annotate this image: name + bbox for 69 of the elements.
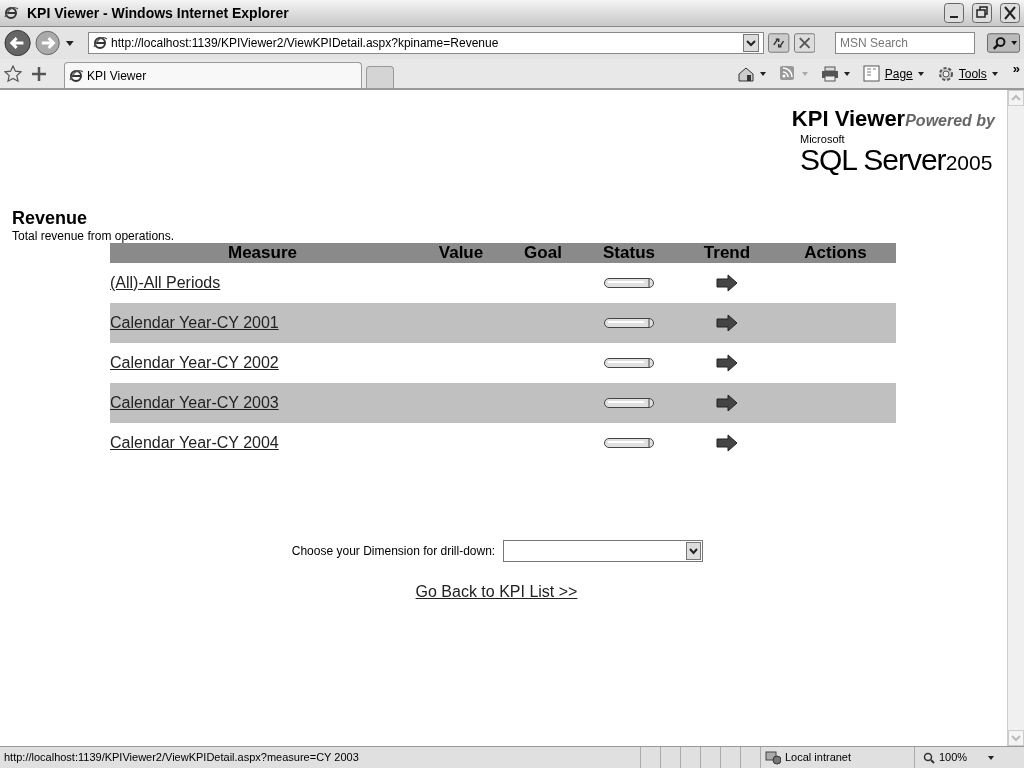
measure-link[interactable]: Calendar Year-CY 2004 [110, 430, 279, 455]
caret-icon [758, 70, 767, 78]
right-arrow-icon [716, 393, 738, 412]
back-link[interactable]: Go Back to KPI List >> [415, 579, 578, 604]
status-text: http://localhost:1139/KPIViewer2/ViewKPIDetail.aspx?measure=CY 2003 [3, 750, 360, 766]
right-arrow-icon [716, 353, 738, 372]
home-icon [736, 65, 755, 83]
powered-by-text: Powered by [905, 113, 995, 129]
caret-icon [800, 70, 809, 78]
scroll-down-icon [1008, 730, 1024, 746]
print-icon [820, 65, 839, 83]
back-button[interactable] [4, 29, 32, 57]
address-field[interactable]: http://localhost:1139/KPIViewer2/ViewKPIDetail.aspx?kpiname=Revenue [88, 32, 765, 54]
add-favorite-icon[interactable] [30, 65, 48, 83]
zoom-icon [923, 751, 935, 764]
column-header: Measure [227, 244, 298, 261]
close-button[interactable] [1000, 3, 1020, 23]
network-icon [765, 750, 781, 765]
measure-link[interactable]: Calendar Year-CY 2001 [110, 310, 279, 335]
feeds-icon [778, 65, 797, 83]
scrollbar[interactable] [1007, 90, 1024, 746]
app-title: KPI Viewer [791, 108, 906, 130]
caret-icon [916, 70, 925, 78]
search-field[interactable]: MSN Search [834, 32, 975, 54]
sql-server-logo: Microsoft SQL Server2005 [800, 134, 994, 175]
column-header: Trend [702, 244, 752, 261]
search-icon[interactable] [986, 33, 1020, 53]
tools-menu[interactable]: Tools [934, 63, 1001, 85]
minimize-button[interactable] [944, 3, 964, 23]
zoom-button[interactable]: 100% [914, 747, 1004, 768]
browser-tab[interactable]: KPI Viewer [64, 62, 362, 88]
browser-logo-icon [4, 6, 19, 20]
more-tools-chevron[interactable]: » [1004, 59, 1020, 79]
page-menu[interactable]: Page [860, 63, 927, 85]
kpi-description: Total revenue from operations. [12, 229, 176, 242]
dropdown-icon[interactable] [743, 34, 760, 52]
dimension-dropdown[interactable] [503, 539, 704, 562]
window-title: KPI Viewer - Windows Internet Explorer [27, 3, 289, 23]
dropdown-icon [686, 541, 702, 560]
drilldown-label: Choose your Dimension for drill-down: [291, 542, 496, 560]
measure-link[interactable]: Calendar Year-CY 2003 [110, 390, 279, 415]
caret-icon [990, 70, 999, 78]
refresh-button[interactable] [768, 33, 790, 53]
column-header: Actions [803, 244, 868, 261]
stop-button[interactable] [793, 33, 815, 53]
security-zone: Local intranet [785, 750, 852, 766]
caret-icon [987, 753, 996, 762]
page-icon [69, 68, 83, 83]
favorites-star-icon[interactable] [4, 65, 22, 83]
column-header: Value [437, 244, 485, 261]
gear-icon [936, 65, 955, 83]
status-gauge-icon [604, 357, 654, 368]
column-header: Status [602, 244, 656, 261]
status-gauge-icon [604, 317, 654, 328]
measure-link[interactable]: Calendar Year-CY 2002 [110, 350, 279, 375]
status-gauge-icon [604, 277, 654, 288]
right-arrow-icon [716, 273, 738, 292]
caret-icon [842, 70, 851, 78]
column-header: Goal [523, 244, 563, 261]
status-gauge-icon [604, 397, 654, 408]
page-icon [862, 65, 881, 83]
right-arrow-icon [716, 313, 738, 332]
restore-button[interactable] [972, 3, 992, 23]
kpi-title: Revenue [12, 207, 89, 230]
status-gauge-icon [604, 437, 654, 448]
right-arrow-icon [716, 433, 738, 452]
page-icon [93, 36, 108, 50]
forward-button[interactable] [35, 30, 61, 56]
measure-link[interactable]: (All)-All Periods [110, 270, 221, 295]
